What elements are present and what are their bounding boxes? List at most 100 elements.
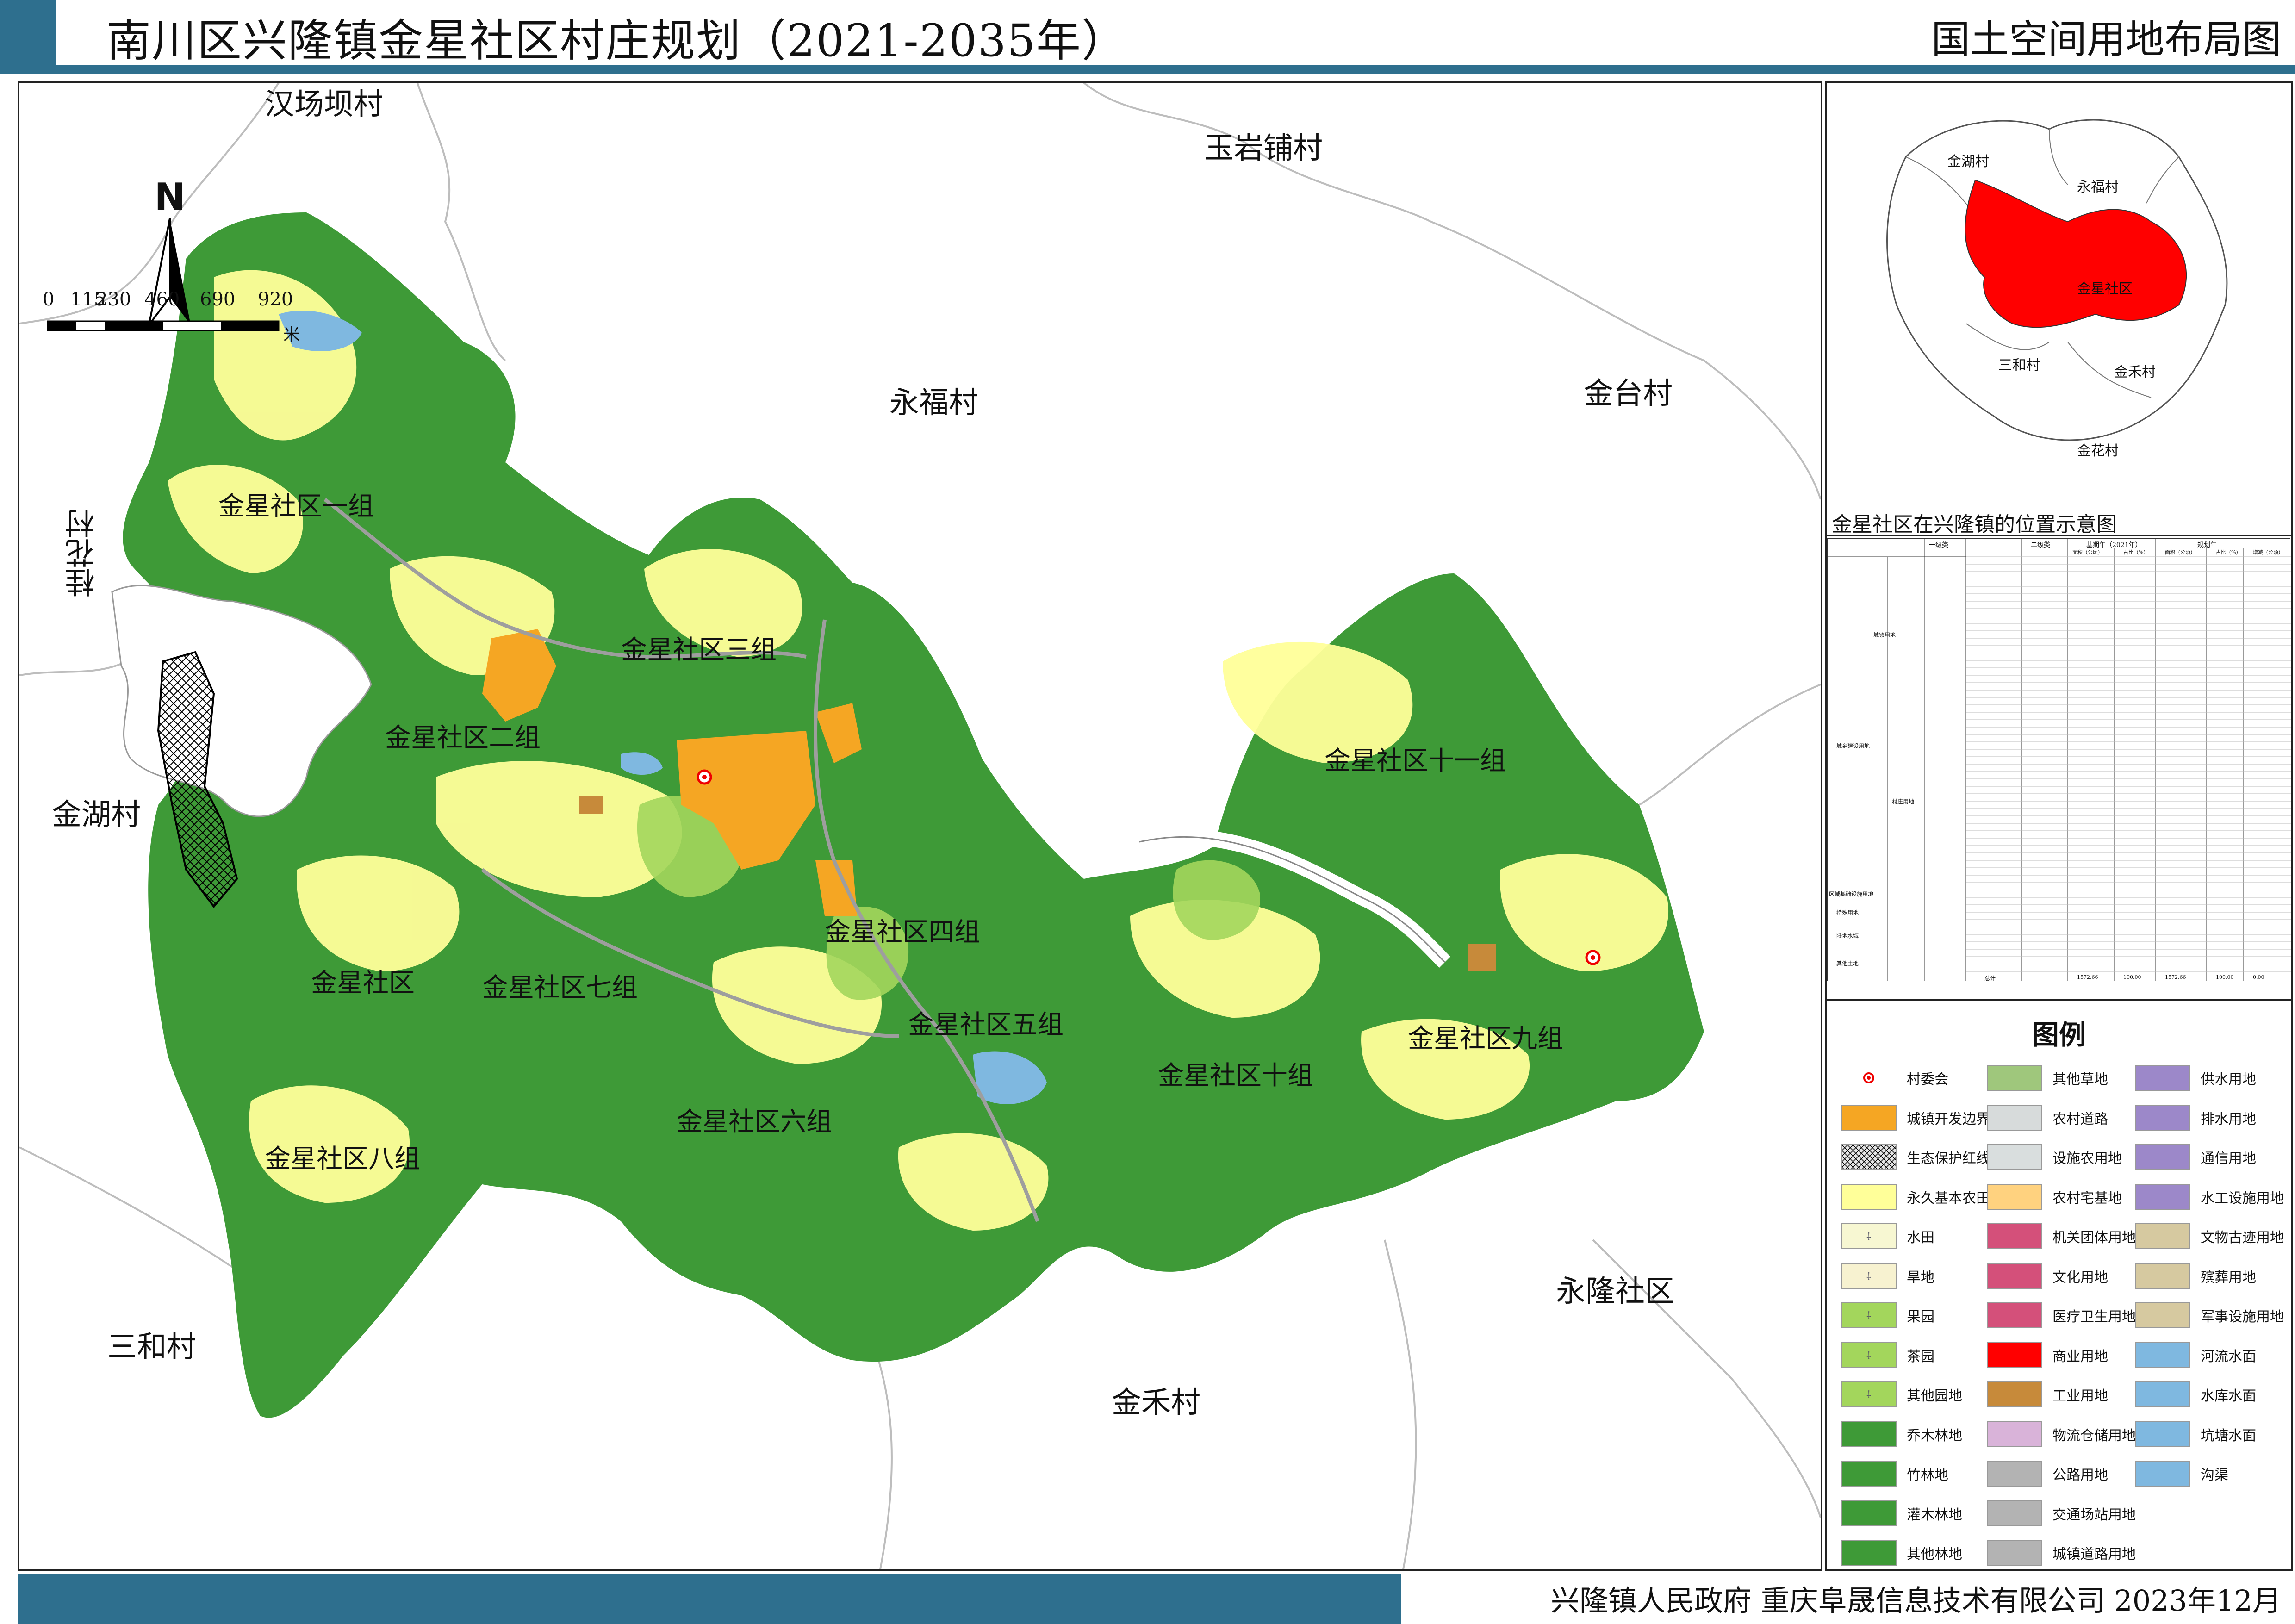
legend-swatch bbox=[2135, 1461, 2190, 1487]
legend-swatch bbox=[1987, 1223, 2042, 1249]
legend-label: 果园 bbox=[1907, 1309, 1934, 1325]
legend-label: 物流仓储用地 bbox=[2052, 1427, 2136, 1444]
land-use-table: 一级类 二级类 基期年（2021年） 规划年 面积（公顷） 占比（%） 面积（公… bbox=[1827, 538, 2291, 1001]
legend-item: 水工设施用地 bbox=[2135, 1183, 2284, 1211]
legend-swatch bbox=[2135, 1263, 2190, 1289]
scale-tick: 920 bbox=[258, 289, 293, 310]
legend-item: 其他林地 bbox=[1841, 1539, 1962, 1567]
table-total-label: 总计 bbox=[1984, 975, 1996, 982]
group-label: 金星社区 bbox=[311, 968, 415, 998]
legend-swatch: ⸸ bbox=[1841, 1381, 1897, 1407]
legend-swatch bbox=[2135, 1421, 2190, 1447]
svg-text:⸸: ⸸ bbox=[1866, 1389, 1871, 1401]
legend-label: 农村道路 bbox=[2052, 1111, 2108, 1127]
legend-item: ⸸ 果园 bbox=[1841, 1301, 1934, 1329]
legend-label: 坑塘水面 bbox=[2201, 1427, 2256, 1444]
legend-label: 水田 bbox=[1907, 1230, 1934, 1246]
legend-item: 城镇道路用地 bbox=[1987, 1539, 2136, 1567]
legend-swatch bbox=[2135, 1144, 2190, 1170]
legend-label: 交通场站用地 bbox=[2052, 1506, 2136, 1523]
group-label: 金星社区五组 bbox=[908, 1010, 1064, 1040]
legend-label: 殡葬用地 bbox=[2201, 1269, 2256, 1286]
legend-swatch bbox=[2135, 1342, 2190, 1368]
group-label: 金星社区七组 bbox=[482, 973, 638, 1003]
legend-item: 军事设施用地 bbox=[2135, 1301, 2284, 1329]
legend-item: 公路用地 bbox=[1987, 1460, 2108, 1487]
legend-label: 其他草地 bbox=[2052, 1071, 2108, 1088]
legend-item: 竹林地 bbox=[1841, 1460, 1948, 1487]
legend-item: 物流仓储用地 bbox=[1987, 1420, 2136, 1448]
legend-swatch: ⸸ bbox=[1841, 1302, 1897, 1328]
legend-label: 文物古迹用地 bbox=[2201, 1230, 2284, 1246]
inset-location-map: 金湖村 永福村 金星社区 三和村 金禾村 金花村 金星社区在兴隆镇的位置示意图 bbox=[1827, 83, 2291, 536]
table-group-label: 特殊用地 bbox=[1836, 909, 1859, 916]
group-label: 金星社区三组 bbox=[621, 635, 777, 665]
legend-label: 乔木林地 bbox=[1907, 1427, 1962, 1444]
neighbor-label: 永隆社区 bbox=[1556, 1275, 1674, 1309]
legend-item: 坑塘水面 bbox=[2135, 1420, 2256, 1448]
legend-item: 生态保护红线 bbox=[1841, 1143, 1990, 1171]
legend-item: 设施农用地 bbox=[1987, 1143, 2122, 1171]
legend-swatch bbox=[2135, 1065, 2190, 1091]
legend-item: 商业用地 bbox=[1987, 1341, 2108, 1369]
legend-item: 文物古迹用地 bbox=[2135, 1222, 2284, 1250]
legend-item: 农村宅基地 bbox=[1987, 1183, 2122, 1211]
legend-swatch bbox=[2135, 1104, 2190, 1131]
footer-bar bbox=[18, 1574, 1401, 1624]
legend-label: 城镇道路用地 bbox=[2052, 1546, 2136, 1562]
legend-label: 农村宅基地 bbox=[2052, 1190, 2122, 1207]
table-group-label: 城乡建设用地 bbox=[1836, 743, 1870, 749]
group-label: 金星社区四组 bbox=[825, 917, 980, 947]
legend-label: 文化用地 bbox=[2052, 1269, 2108, 1286]
legend-label: 其他林地 bbox=[1907, 1546, 1962, 1562]
legend-item: 城镇开发边界 bbox=[1841, 1104, 1990, 1132]
legend-label: 排水用地 bbox=[2201, 1111, 2256, 1127]
legend-swatch: ⸸ bbox=[1841, 1342, 1897, 1368]
scale-tick: 690 bbox=[200, 289, 236, 310]
legend-label: 水库水面 bbox=[2201, 1388, 2256, 1404]
legend-item: 灌木林地 bbox=[1841, 1500, 1962, 1527]
legend-swatch bbox=[1987, 1065, 2042, 1091]
legend-label: 城镇开发边界 bbox=[1907, 1111, 1990, 1127]
footer-credits: 兴隆镇人民政府 重庆阜晟信息技术有限公司 2023年12月 bbox=[1550, 1584, 2281, 1618]
group-label: 金星社区九组 bbox=[1408, 1024, 1563, 1054]
neighbor-label: 桂花村 bbox=[65, 509, 100, 597]
legend-swatch bbox=[1987, 1421, 2042, 1447]
inset-caption: 金星社区在兴隆镇的位置示意图 bbox=[1832, 513, 2117, 536]
legend-swatch bbox=[1841, 1461, 1897, 1487]
legend-swatch bbox=[1841, 1104, 1897, 1131]
legend-item: ⸸ 其他园地 bbox=[1841, 1381, 1962, 1408]
neighbor-label: 金台村 bbox=[1584, 377, 1673, 411]
legend-label: 茶园 bbox=[1907, 1348, 1934, 1365]
legend-item: ⸸ 旱地 bbox=[1841, 1262, 1934, 1290]
legend-swatch bbox=[1987, 1342, 2042, 1368]
neighbor-label: 三和村 bbox=[107, 1330, 196, 1364]
legend-swatch bbox=[1841, 1421, 1897, 1447]
table-group-label: 城镇用地 bbox=[1873, 632, 1896, 638]
legend-item: ⸸ 水田 bbox=[1841, 1222, 1934, 1250]
north-label: N bbox=[154, 175, 186, 218]
neighbor-label: 汉场坝村 bbox=[265, 87, 383, 122]
legend-item: ⸸ 茶园 bbox=[1841, 1341, 1934, 1369]
legend: 图例 村委会 城镇开发边界 生态保护红线 永久基本农田 ⸸ 水田 ⸸ 旱地 ⸸ 果园 ⸸ 茶园 ⸸ 其他园… bbox=[1827, 1004, 2291, 1569]
inset-label: 三和村 bbox=[1998, 357, 2040, 373]
legend-label: 沟渠 bbox=[2201, 1467, 2228, 1483]
inset-map-svg bbox=[1886, 119, 2228, 441]
legend-swatch bbox=[1987, 1302, 2042, 1328]
scale-tick: 460 bbox=[144, 289, 180, 310]
legend-swatch bbox=[1987, 1500, 2042, 1526]
svg-text:⸸: ⸸ bbox=[1866, 1231, 1871, 1243]
table-grid bbox=[1827, 538, 2291, 981]
legend-swatch bbox=[1987, 1183, 2042, 1210]
legend-item: 永久基本农田 bbox=[1841, 1183, 1990, 1211]
header-accent bbox=[0, 0, 56, 74]
legend-label: 机关团体用地 bbox=[2052, 1230, 2136, 1246]
legend-label: 工业用地 bbox=[2052, 1388, 2108, 1404]
legend-item: 农村道路 bbox=[1987, 1104, 2108, 1132]
legend-swatch bbox=[2135, 1223, 2190, 1249]
inset-label: 金湖村 bbox=[1947, 154, 1989, 170]
legend-swatch bbox=[1841, 1540, 1897, 1566]
legend-label: 旱地 bbox=[1907, 1269, 1934, 1286]
legend-label: 供水用地 bbox=[2201, 1071, 2256, 1088]
group-label: 金星社区一组 bbox=[218, 492, 374, 522]
